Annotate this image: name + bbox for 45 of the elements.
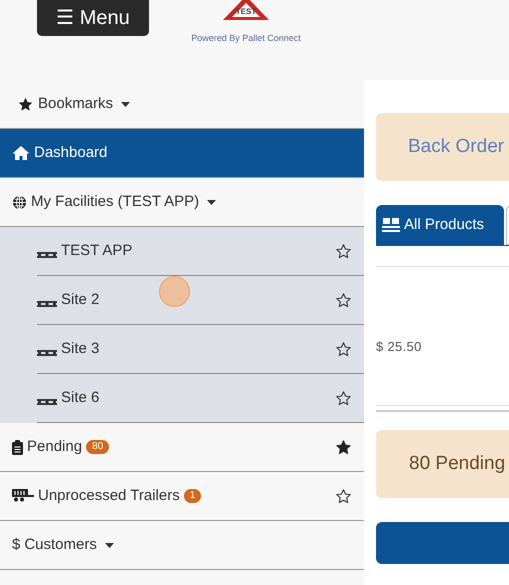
sidebar-item[interactable]: Unprocessed Trailers 1 [0, 472, 364, 521]
clipboard-icon [12, 440, 23, 454]
pallet-icon [37, 350, 57, 356]
star-outline-icon[interactable] [335, 292, 352, 308]
logo-drawing: TEST [220, 0, 272, 22]
menu-button[interactable]: ☰ Menu [37, 0, 149, 36]
boxes-icon [382, 218, 400, 232]
star-icon [17, 96, 34, 112]
facility-item[interactable]: TEST APP [37, 227, 364, 276]
sidebar-label: Dashboard [34, 142, 108, 163]
facility-label: TEST APP [61, 240, 132, 261]
caret-icon [207, 200, 216, 204]
globe-icon [12, 194, 27, 210]
tab[interactable]: All Products [376, 205, 504, 245]
pallet-icon [37, 252, 57, 258]
powered-by-text: Powered By Pallet Connect [191, 32, 301, 45]
sidebar-label: Bookmarks [38, 94, 114, 114]
sidebar-label: Unprocessed Trailers [38, 486, 180, 506]
home-icon [12, 145, 30, 161]
trailer-icon [12, 489, 34, 503]
facility-label: Site 6 [61, 388, 100, 408]
pallet-icon [37, 301, 57, 307]
price-text: $ 25.50 [376, 338, 422, 356]
caret-icon [121, 102, 130, 106]
count-badge: 1 [184, 489, 202, 503]
sidebar-label: Pending [27, 436, 82, 457]
star-outline-icon[interactable] [335, 488, 352, 504]
pending-card: 80 Pending [376, 430, 509, 498]
facility-item[interactable]: Site 3 [37, 325, 364, 374]
sidebar-item[interactable]: Pending 80 [0, 423, 364, 472]
star-outline-icon[interactable] [335, 242, 352, 260]
sidebar-label: My Facilities (TEST APP) [31, 192, 200, 212]
pallet-icon [37, 399, 57, 405]
facility-label: Site 3 [61, 338, 100, 359]
caret-icon [104, 542, 114, 548]
star-outline-icon[interactable] [335, 390, 352, 406]
filled-star-icon[interactable] [335, 438, 352, 456]
back-order-card: Back Order [376, 113, 509, 181]
count-badge: 80 [86, 440, 110, 454]
dollar-icon: $ [12, 534, 20, 556]
facility-label: Site 2 [61, 290, 100, 310]
star-outline-icon[interactable] [335, 340, 352, 358]
sidebar-label: Customers [24, 534, 97, 555]
facility-item[interactable]: Site 6 [37, 374, 364, 423]
sidebar-item[interactable]: Dashboard [0, 129, 364, 178]
